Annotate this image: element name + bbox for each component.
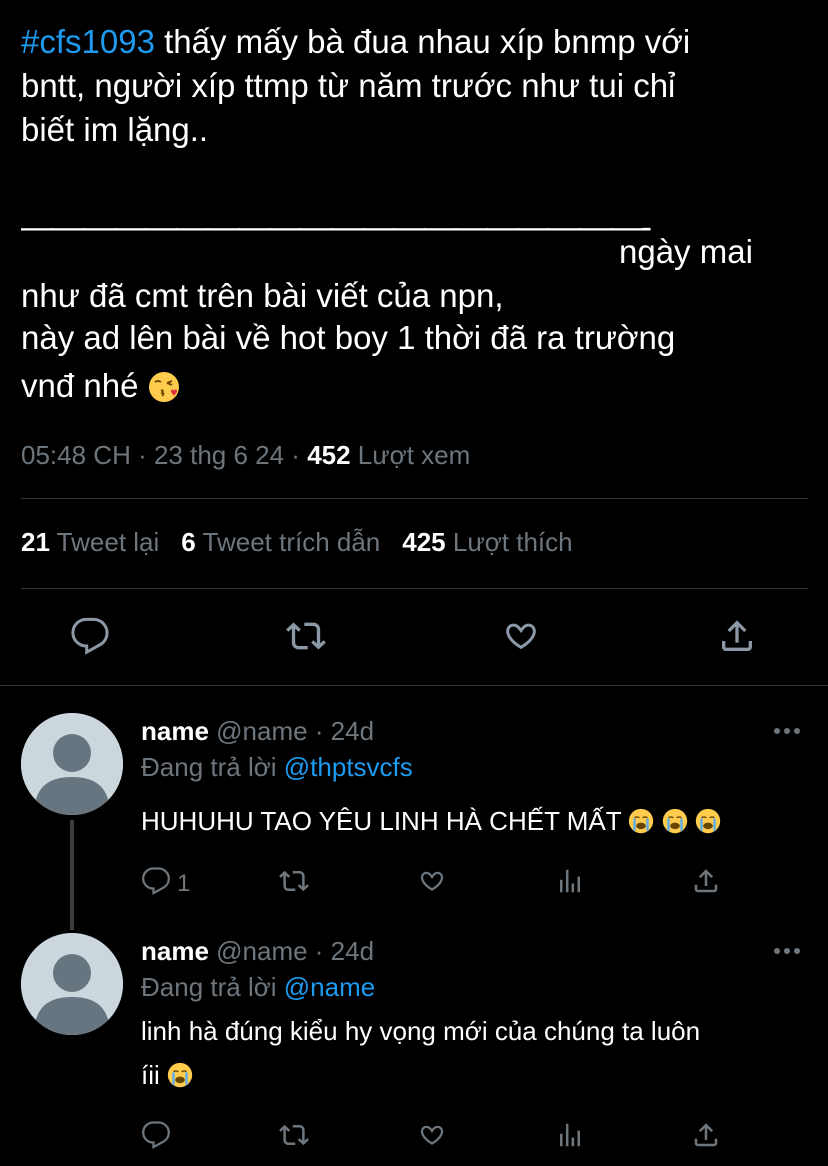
reply-button[interactable] (141, 1120, 175, 1154)
thread-connector (70, 820, 74, 930)
share-button[interactable] (717, 616, 757, 656)
reply-icon (141, 866, 171, 896)
post-text-segment: thấy mấy bà đua nhau xíp bnmp với (154, 23, 691, 60)
post-text-divider: ————————————————————- (21, 208, 652, 245)
reply-icon (70, 616, 110, 656)
replying-to: Đang trả lời @name (141, 972, 375, 1003)
retweets-stat[interactable]: 21 Tweet lại (21, 527, 159, 557)
like-button[interactable] (417, 866, 451, 900)
analytics-button[interactable] (555, 866, 589, 900)
more-options-icon[interactable] (773, 726, 801, 736)
share-button[interactable] (691, 1120, 725, 1154)
reply-text-content: HUHUHU TAO YÊU LINH HÀ CHẾT MẤT (141, 806, 622, 836)
post-text-segment: vnđ nhé (21, 367, 139, 404)
post-date[interactable]: 23 thg 6 24 (154, 440, 284, 470)
reply-header: name @name · 24d (141, 936, 374, 967)
retweet-button[interactable] (279, 1120, 313, 1154)
loudly-crying-face-emoji-icon (628, 808, 654, 834)
retweets-label: Tweet lại (49, 527, 160, 557)
like-icon (417, 1120, 447, 1150)
reply-header: name @name · 24d (141, 716, 374, 747)
quotes-label: Tweet trích dẫn (195, 527, 381, 557)
post-text-line-3: biết im lặng.. (21, 111, 209, 148)
post-text-line-7: vnđ nhé (21, 366, 180, 406)
divider (21, 498, 808, 499)
likes-count: 425 (402, 527, 446, 557)
divider (21, 588, 808, 589)
post-text-line-5: như đã cmt trên bài viết của npn, (21, 277, 504, 314)
meta-separator: · (284, 440, 308, 470)
hashtag-link[interactable]: #cfs1093 (21, 23, 155, 60)
divider (0, 685, 828, 686)
default-avatar-icon (21, 713, 123, 815)
analytics-icon (555, 1120, 585, 1150)
post-text-line-2: bntt, người xíp ttmp từ năm trước như tu… (21, 67, 676, 104)
views-label: Lượt xem (350, 440, 471, 470)
loudly-crying-face-emoji-icon (167, 1062, 193, 1088)
reply-icon (141, 1120, 171, 1150)
reply-handle-time: @name · 24d (208, 716, 375, 746)
reply-text: linh hà đúng kiểu hy vọng mới của chúng … (141, 1016, 701, 1046)
share-icon (717, 616, 757, 656)
kissing-face-emoji-icon (148, 371, 180, 403)
post-text-line-6: này ad lên bài về hot boy 1 thời đã ra t… (21, 319, 676, 356)
like-icon (501, 616, 541, 656)
share-icon (691, 866, 721, 896)
retweet-icon (286, 616, 326, 656)
loudly-crying-face-emoji-icon (662, 808, 688, 834)
replying-label: Đang trả lời (141, 752, 284, 782)
analytics-icon (555, 866, 585, 896)
reply-text: HUHUHU TAO YÊU LINH HÀ CHẾT MẤT (141, 800, 721, 842)
reply-button[interactable] (70, 616, 110, 656)
mention-link[interactable]: @name (284, 972, 375, 1002)
post-meta: 05:48 CH · 23 thg 6 24 · 452 Lượt xem (21, 440, 470, 471)
replying-label: Đang trả lời (141, 972, 284, 1002)
loudly-crying-face-emoji-icon (695, 808, 721, 834)
avatar[interactable] (21, 933, 123, 1035)
like-button[interactable] (417, 1120, 451, 1154)
reply-button[interactable]: 1 (141, 866, 190, 900)
reply-count: 1 (177, 870, 191, 897)
meta-separator: · (130, 440, 154, 470)
post-stats: 21 Tweet lại 6 Tweet trích dẫn 425 Lượt th… (21, 527, 573, 558)
reply-text-content: íii (141, 1060, 160, 1090)
reply-author-name[interactable]: name (141, 716, 209, 746)
post-time[interactable]: 05:48 CH (21, 440, 131, 470)
retweet-icon (279, 866, 309, 896)
retweet-icon (279, 1120, 309, 1150)
reply-handle-time: @name · 24d (208, 936, 375, 966)
default-avatar-icon (21, 933, 123, 1035)
mention-link[interactable]: @thptsvcfs (284, 752, 413, 782)
retweet-button[interactable] (286, 616, 326, 656)
avatar[interactable] (21, 713, 123, 815)
replying-to: Đang trả lời @thptsvcfs (141, 752, 413, 783)
likes-label: Lượt thích (445, 527, 573, 557)
share-icon (691, 1120, 721, 1150)
views-count: 452 (307, 440, 351, 470)
quotes-count: 6 (181, 527, 196, 557)
quotes-stat[interactable]: 6 Tweet trích dẫn (181, 527, 380, 557)
analytics-button[interactable] (555, 1120, 589, 1154)
like-icon (417, 866, 447, 896)
likes-stat[interactable]: 425 Lượt thích (402, 527, 572, 557)
share-button[interactable] (691, 866, 725, 900)
reply-author-name[interactable]: name (141, 936, 209, 966)
retweets-count: 21 (21, 527, 50, 557)
like-button[interactable] (501, 616, 541, 656)
post-text-line-1: #cfs1093 thấy mấy bà đua nhau xíp bnmp v… (21, 22, 690, 62)
reply-text-line-2: íii (141, 1054, 193, 1096)
more-options-icon[interactable] (773, 946, 801, 956)
retweet-button[interactable] (279, 866, 313, 900)
post-text-line-4: ngày mai (619, 233, 753, 270)
